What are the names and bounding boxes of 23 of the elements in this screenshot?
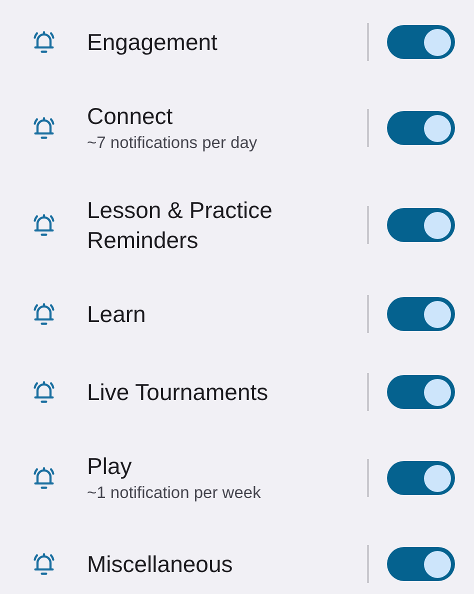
setting-subtitle: ~7 notifications per day xyxy=(87,133,258,154)
toggle-switch[interactable] xyxy=(387,208,455,242)
setting-title: Live Tournaments xyxy=(87,378,270,407)
setting-title: Lesson & Practice Reminders xyxy=(87,196,274,255)
bell-icon xyxy=(31,379,57,405)
bell-icon xyxy=(31,29,57,55)
bell-icon xyxy=(31,115,57,141)
bell-icon xyxy=(31,301,57,327)
setting-title: Play xyxy=(87,452,133,481)
toggle-switch[interactable] xyxy=(387,297,455,331)
toggle-switch[interactable] xyxy=(387,547,455,581)
setting-title: Engagement xyxy=(87,28,218,57)
setting-title: Connect xyxy=(87,102,174,131)
setting-title: Miscellaneous xyxy=(87,550,234,579)
bell-icon xyxy=(31,465,57,491)
bell-icon xyxy=(31,212,57,238)
bell-icon xyxy=(31,551,57,577)
toggle-switch[interactable] xyxy=(387,461,455,495)
toggle-switch[interactable] xyxy=(387,375,455,409)
toggle-switch[interactable] xyxy=(387,111,455,145)
toggle-switch[interactable] xyxy=(387,25,455,59)
setting-title: Learn xyxy=(87,300,147,329)
setting-subtitle: ~1 notification per week xyxy=(87,483,262,504)
